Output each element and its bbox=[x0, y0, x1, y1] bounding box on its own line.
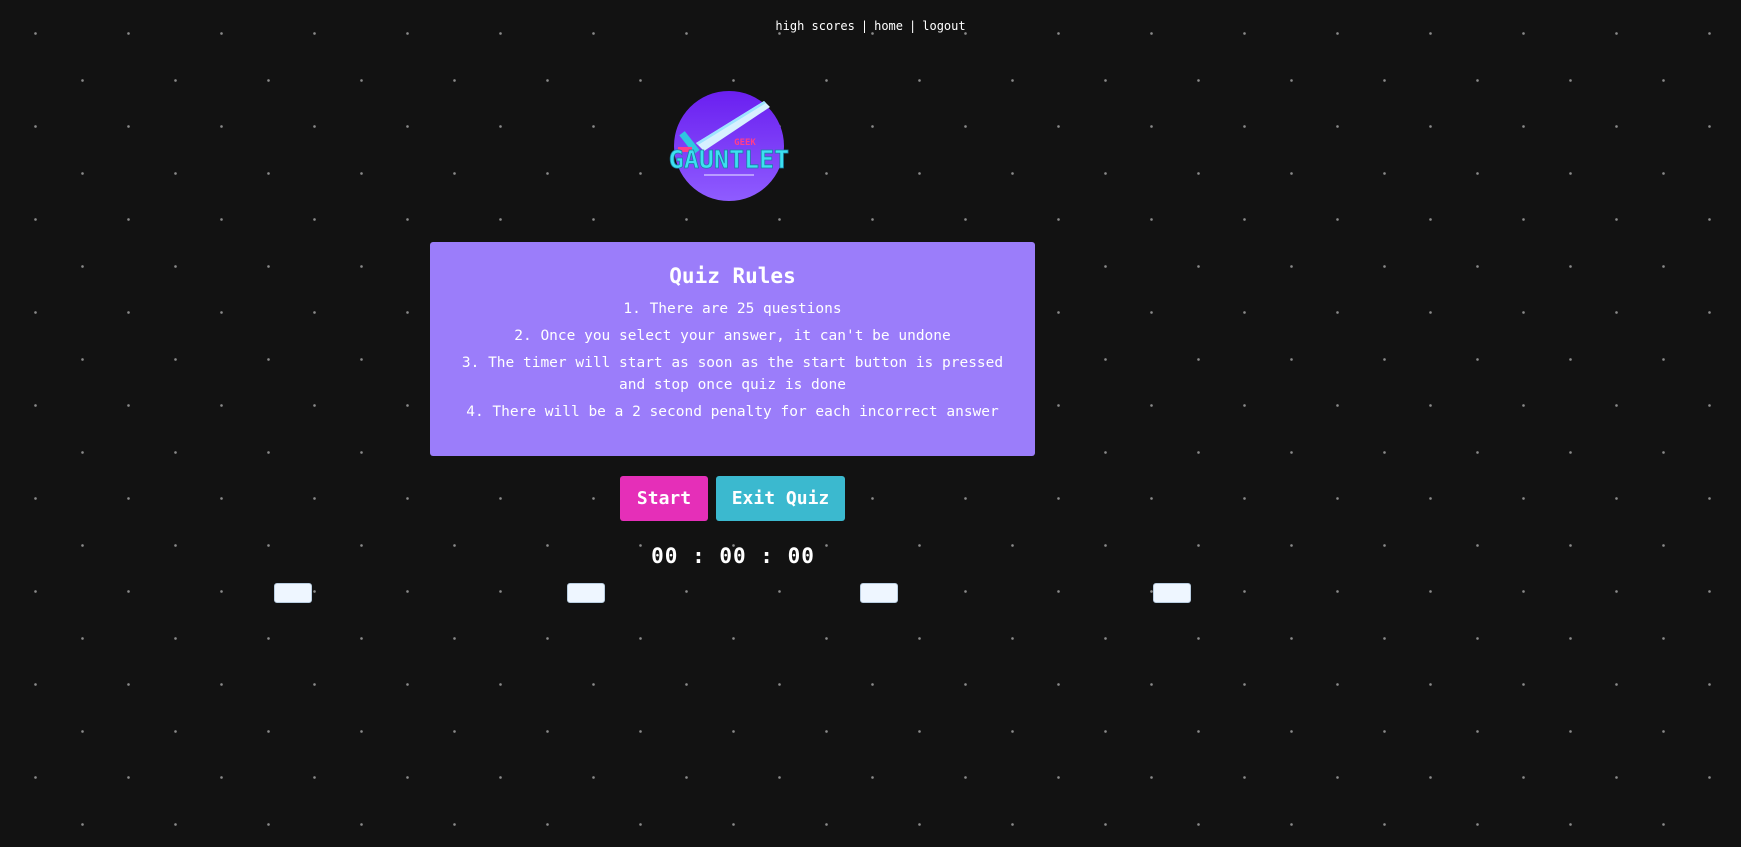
gauntlet-logo: GEEK GAUNTLET bbox=[668, 91, 790, 201]
logo-text: GAUNTLET bbox=[669, 145, 789, 174]
quiz-rules-list: 1. There are 25 questions 2. Once you se… bbox=[452, 298, 1013, 423]
start-button[interactable]: Start bbox=[620, 476, 708, 521]
rule-item: 1. There are 25 questions bbox=[623, 301, 842, 317]
rule-item: 4. There will be a 2 second penalty for … bbox=[466, 404, 999, 420]
exit-quiz-button[interactable]: Exit Quiz bbox=[716, 476, 845, 521]
high-scores-link[interactable]: high scores bbox=[775, 19, 854, 33]
nav-separator: | bbox=[909, 19, 917, 33]
answer-option-button[interactable] bbox=[274, 583, 312, 603]
quiz-rules-title: Quiz Rules bbox=[669, 264, 796, 288]
answer-option-button[interactable] bbox=[567, 583, 605, 603]
answer-option-button[interactable] bbox=[860, 583, 898, 603]
top-nav: high scores | home | logout bbox=[0, 19, 1741, 33]
answer-option-button[interactable] bbox=[1153, 583, 1191, 603]
rule-item: 3. The timer will start as soon as the s… bbox=[461, 355, 1004, 393]
rule-item: 2. Once you select your answer, it can't… bbox=[514, 328, 951, 344]
quiz-rules-card: Quiz Rules 1. There are 25 questions 2. … bbox=[430, 242, 1035, 456]
logout-link[interactable]: logout bbox=[922, 19, 965, 33]
quiz-timer: 00 : 00 : 00 bbox=[651, 544, 815, 568]
nav-separator: | bbox=[860, 19, 869, 33]
home-link[interactable]: home bbox=[874, 19, 903, 33]
